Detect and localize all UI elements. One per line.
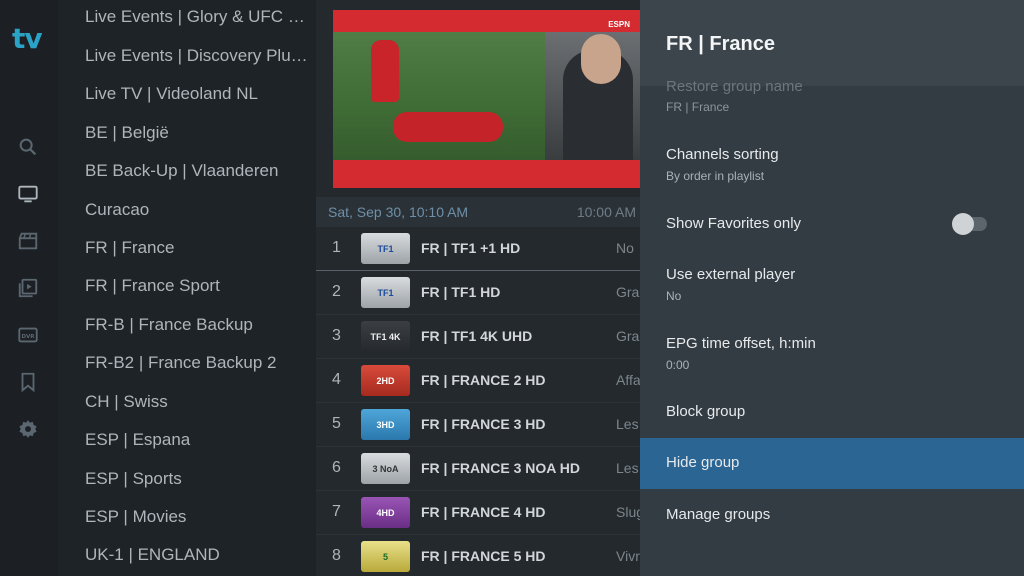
option-use-external-player[interactable]: Use external player No (640, 254, 1024, 314)
option-label: Channels sorting (666, 146, 779, 163)
option-label: Use external player (666, 266, 796, 283)
epg-date: Sat, Sep 30, 10:10 AM (328, 204, 469, 220)
channel-area: ESPN Sat, Sep 30, 10:10 AM 10:00 AM 1 TF… (316, 0, 640, 576)
option-manage-groups[interactable]: Manage groups (640, 492, 1024, 540)
group-item[interactable]: FR | France Sport (85, 275, 313, 297)
favorites-toggle[interactable] (952, 213, 987, 235)
channel-number: 1 (332, 239, 341, 256)
panel-header: FR | France (640, 0, 1024, 86)
dvr-icon[interactable]: DVR (16, 323, 40, 347)
channel-row[interactable]: 7 4HD FR | FRANCE 4 HD Slug (316, 491, 640, 535)
channel-logo: 3HD (361, 409, 410, 440)
channel-number: 5 (332, 415, 341, 432)
group-item[interactable]: FR-B2 | France Backup 2 (85, 352, 313, 374)
option-block-group[interactable]: Block group (640, 388, 1024, 436)
group-item[interactable]: ESP | Sports (85, 468, 313, 490)
option-channels-sorting[interactable]: Channels sorting By order in playlist (640, 130, 1024, 190)
search-icon[interactable] (16, 135, 40, 159)
channel-row[interactable]: 2 TF1 FR | TF1 HD Gra (316, 271, 640, 315)
series-play-icon[interactable] (16, 276, 40, 300)
channel-name: FR | FRANCE 5 HD (421, 548, 546, 564)
channel-row[interactable]: 3 TF1 4K FR | TF1 4K UHD Gra (316, 315, 640, 359)
channel-program: Slug (616, 504, 640, 520)
app-logo: tv (12, 22, 43, 55)
group-item[interactable]: ESP | Espana (85, 429, 313, 451)
option-show-favorites-only[interactable]: Show Favorites only (640, 198, 1024, 248)
channel-name: FR | FRANCE 4 HD (421, 504, 546, 520)
channel-logo: TF1 (361, 233, 410, 264)
channel-number: 3 (332, 327, 341, 344)
group-item[interactable]: BE Back-Up | Vlaanderen (85, 160, 313, 182)
panel-title: FR | France (666, 33, 775, 55)
group-item[interactable]: Live TV | Videoland NL (85, 83, 313, 105)
epg-time: 10:00 AM (576, 204, 636, 220)
channel-logo: 5 (361, 541, 410, 572)
channel-watermark: ESPN (608, 20, 630, 29)
channel-logo: TF1 4K (361, 321, 410, 352)
group-item[interactable]: UK-1 | ENGLAND (85, 544, 313, 566)
group-item[interactable]: ESP | Movies (85, 506, 313, 528)
group-item[interactable]: Curacao (85, 199, 313, 221)
nav-rail: tv DVR (0, 0, 58, 576)
group-options-panel: FR | France Restore group name FR | Fran… (640, 0, 1024, 576)
channel-number: 4 (332, 371, 341, 388)
channel-name: FR | FRANCE 3 HD (421, 416, 546, 432)
group-item[interactable]: FR-B | France Backup (85, 314, 313, 336)
group-item[interactable]: BE | België (85, 122, 313, 144)
group-item[interactable]: Live Events | Discovery Plus... (85, 45, 313, 67)
channel-row[interactable]: 5 3HD FR | FRANCE 3 HD Les (316, 403, 640, 447)
tv-icon[interactable] (16, 182, 40, 206)
channel-program: Affa (616, 372, 640, 388)
channel-number: 6 (332, 459, 341, 476)
channel-program: Gra (616, 284, 640, 300)
channel-number: 2 (332, 283, 341, 300)
channel-program: Gra (616, 328, 640, 344)
option-restore-group-name[interactable]: Restore group name FR | France (640, 78, 1024, 120)
channel-row[interactable]: 6 3 NoA FR | FRANCE 3 NOA HD Les (316, 447, 640, 491)
channel-logo: TF1 (361, 277, 410, 308)
group-item[interactable]: Live Events | Glory & UFC an... (85, 6, 313, 28)
option-hide-group[interactable]: Hide group (640, 438, 1024, 489)
svg-text:DVR: DVR (21, 334, 35, 340)
bookmark-icon[interactable] (16, 370, 40, 394)
group-item[interactable]: FR | France (85, 237, 313, 259)
channel-logo: 3 NoA (361, 453, 410, 484)
option-value: No (666, 289, 682, 303)
channel-name: FR | TF1 4K UHD (421, 328, 533, 344)
option-label: Manage groups (666, 506, 771, 523)
option-value: 0:00 (666, 358, 690, 372)
channel-name: FR | FRANCE 3 NOA HD (421, 460, 580, 476)
channel-row[interactable]: 8 5 FR | FRANCE 5 HD Vivr (316, 535, 640, 576)
option-label: Show Favorites only (666, 215, 802, 232)
channel-program: Vivr (616, 548, 640, 564)
channel-number: 8 (332, 547, 341, 564)
option-value: FR | France (666, 100, 730, 114)
movie-clapper-icon[interactable] (16, 229, 40, 253)
gear-icon[interactable] (16, 417, 40, 441)
channel-name: FR | TF1 HD (421, 284, 501, 300)
channel-row[interactable]: 1 TF1 FR | TF1 +1 HD No (316, 227, 640, 271)
channel-number: 7 (332, 503, 341, 520)
toggle-knob (952, 213, 974, 235)
option-epg-time-offset[interactable]: EPG time offset, h:min 0:00 (640, 322, 1024, 382)
channel-program: Les (616, 460, 639, 476)
group-item[interactable]: CH | Swiss (85, 391, 313, 413)
option-label: EPG time offset, h:min (666, 335, 816, 352)
option-label: Restore group name (666, 78, 803, 95)
channel-name: FR | TF1 +1 HD (421, 240, 521, 256)
group-list: Live Events | Glory & UFC an... Live Eve… (58, 0, 316, 576)
video-preview[interactable]: ESPN (333, 10, 640, 188)
epg-header: Sat, Sep 30, 10:10 AM 10:00 AM (316, 197, 640, 227)
channel-name: FR | FRANCE 2 HD (421, 372, 546, 388)
option-label: Block group (666, 403, 746, 420)
option-label: Hide group (666, 454, 740, 471)
channel-program: No (616, 240, 634, 256)
option-value: By order in playlist (666, 169, 765, 183)
channel-logo: 4HD (361, 497, 410, 528)
channel-row[interactable]: 4 2HD FR | FRANCE 2 HD Affa (316, 359, 640, 403)
channel-logo: 2HD (361, 365, 410, 396)
channel-program: Les (616, 416, 639, 432)
